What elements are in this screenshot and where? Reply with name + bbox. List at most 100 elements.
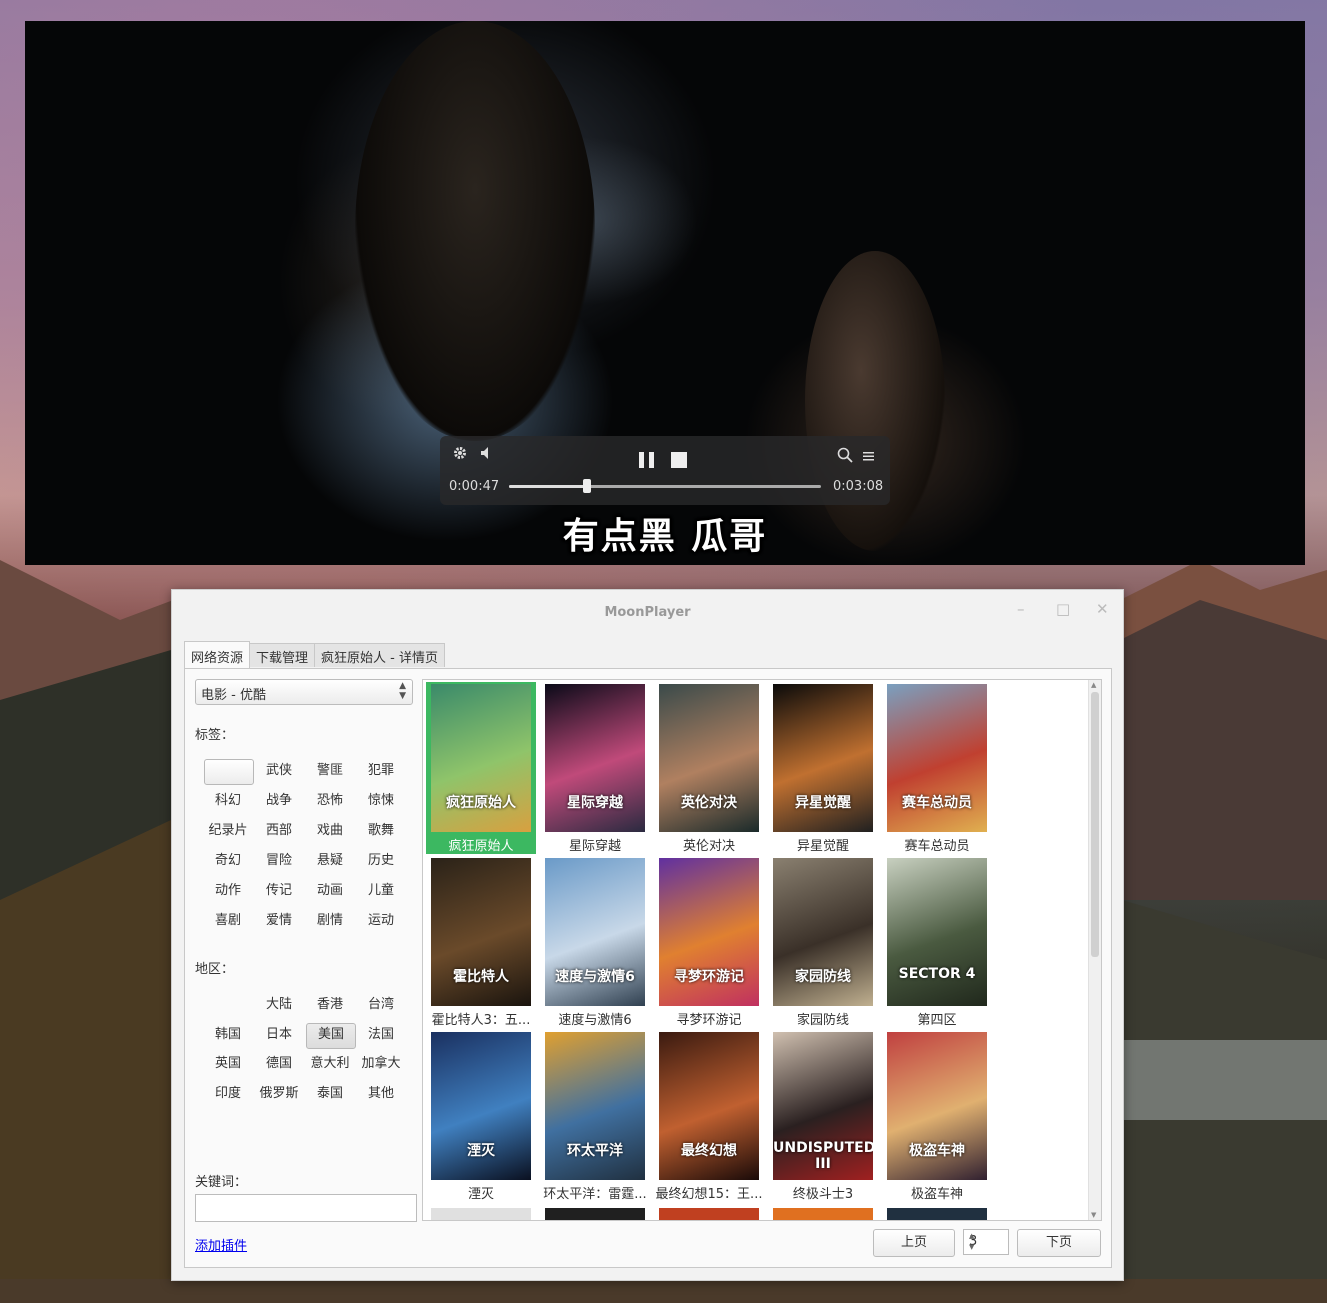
search-icon[interactable] [837,447,853,467]
movie-item[interactable]: 霍比特人 霍比特人3：五... [426,856,536,1028]
tag-button[interactable]: 冒险 [255,849,303,873]
seek-bar[interactable] [509,479,821,493]
region-button[interactable]: 其他 [357,1082,405,1106]
tag-button[interactable]: 爱情 [255,909,303,933]
tag-button[interactable]: 奇幻 [204,849,252,873]
add-plugin-link[interactable]: 添加插件 [195,1235,247,1254]
movie-item[interactable]: 寻梦环游记 寻梦环游记 [654,856,764,1028]
region-button[interactable]: 台湾 [357,993,405,1017]
region-button[interactable]: 意大利 [306,1052,354,1076]
region-button[interactable]: 印度 [204,1082,252,1106]
movie-item[interactable]: 星际穿越 星际穿越 [540,682,650,854]
seek-handle[interactable] [583,479,591,493]
scroll-up-icon[interactable]: ▲ [1091,681,1096,689]
movie-poster: SECTOR 4 [887,858,987,1006]
tag-button[interactable]: 科幻 [204,789,252,813]
movie-poster: 星际穿越 [545,684,645,832]
maximize-icon[interactable]: □ [1056,600,1070,618]
next-page-button[interactable]: 下页 [1017,1229,1101,1257]
grid-scrollbar[interactable]: ▲ ▼ [1088,680,1101,1220]
movie-item[interactable]: 环太平洋 环太平洋：雷霆... [540,1030,650,1202]
region-button[interactable]: 韩国 [204,1023,252,1047]
source-select[interactable]: 电影 - 优酷 ▲ ▼ [195,679,413,705]
video-area[interactable]: 0:00:47 0:03:08 有点黑 瓜哥 [25,21,1305,565]
tag-button[interactable]: 惊悚 [357,789,405,813]
title-bar[interactable]: MoonPlayer – □ ✕ [172,590,1123,634]
movie-item[interactable]: 极盗车神 极盗车神 [882,1030,992,1202]
tag-button[interactable]: 喜剧 [204,909,252,933]
tag-button[interactable]: 西部 [255,819,303,843]
tag-button[interactable]: 历史 [357,849,405,873]
tag-button[interactable]: 悬疑 [306,849,354,873]
region-button[interactable]: 香港 [306,993,354,1017]
scroll-down-icon[interactable]: ▼ [1091,1211,1096,1219]
close-icon[interactable]: ✕ [1096,600,1109,618]
tag-button[interactable]: 动画 [306,879,354,903]
tag-button[interactable]: 战争 [255,789,303,813]
movie-title: 终极斗士3 [792,1187,854,1202]
tag-button[interactable]: 武侠 [255,759,303,783]
tab-download-manager[interactable]: 下载管理 [249,643,316,667]
poster-title: 星际穿越 [567,795,623,811]
keyword-input[interactable] [195,1194,417,1222]
playlist-icon[interactable] [863,450,875,465]
tag-button[interactable]: 动作 [204,879,252,903]
movie-poster-partial[interactable] [773,1208,873,1220]
region-button[interactable]: 俄罗斯 [255,1082,303,1106]
stop-icon[interactable] [670,451,688,473]
region-button[interactable]: 法国 [357,1023,405,1047]
tag-button[interactable]: 犯罪 [357,759,405,783]
movie-item[interactable]: 家园防线 家园防线 [768,856,878,1028]
region-button[interactable]: 泰国 [306,1082,354,1106]
tag-button[interactable]: 儿童 [357,879,405,903]
movie-poster-partial[interactable] [887,1208,987,1220]
region-button[interactable]: 加拿大 [357,1052,405,1076]
volume-icon[interactable] [480,446,492,464]
tag-button[interactable]: 传记 [255,879,303,903]
movie-grid: ▲ ▼ 疯狂原始人 疯狂原始人 星际穿越 星际穿越 英伦对决 英伦对决 异星觉醒 异星觉醒 赛车… [422,679,1102,1221]
spin-up-icon[interactable]: ▲ [969,1232,1005,1240]
network-resources-panel: 电影 - 优酷 ▲ ▼ 标签： 武侠 警匪 犯罪科幻 战争 恐怖 惊悚纪录片 西部 戏曲 歌舞奇幻… [184,668,1112,1268]
region-button[interactable]: 日本 [255,1023,303,1047]
tag-button[interactable]: 纪录片 [204,819,252,843]
movie-item[interactable]: 赛车总动员 赛车总动员 [882,682,992,854]
movie-poster: 速度与激情6 [545,858,645,1006]
region-button[interactable]: 大陆 [255,993,303,1017]
movie-item[interactable]: 最终幻想 最终幻想15：王... [654,1030,764,1202]
tag-button[interactable]: 恐怖 [306,789,354,813]
movie-poster-partial[interactable] [659,1208,759,1220]
spin-down-icon[interactable]: ▼ [969,1243,1005,1251]
minimize-icon[interactable]: – [1017,600,1025,618]
movie-item[interactable]: UNDISPUTED III 终极斗士3 [768,1030,878,1202]
video-frame-figure [355,21,595,441]
tab-detail-page[interactable]: 疯狂原始人 - 详情页 [314,643,445,667]
movie-title: 家园防线 [796,1013,849,1028]
movie-poster: UNDISPUTED III [773,1032,873,1180]
region-button[interactable]: 英国 [204,1052,252,1076]
movie-poster-partial[interactable] [545,1208,645,1220]
tag-button[interactable]: 警匪 [306,759,354,783]
page-spinbox[interactable]: 3 ▲ ▼ [963,1229,1009,1255]
region-button[interactable]: 美国 [306,1022,356,1049]
tab-network-resources[interactable]: 网络资源 [184,641,251,669]
pause-icon[interactable] [638,451,656,473]
tag-button[interactable]: 歌舞 [357,819,405,843]
movie-item[interactable]: 英伦对决 英伦对决 [654,682,764,854]
tag-button[interactable] [204,759,254,785]
tags-label: 标签： [195,728,235,743]
movie-item[interactable]: 疯狂原始人 疯狂原始人 [426,682,536,854]
movie-poster-partial[interactable] [431,1208,531,1220]
gear-icon[interactable] [453,446,467,464]
tag-button[interactable]: 剧情 [306,909,354,933]
scrollbar-thumb[interactable] [1091,692,1099,957]
seek-bar-fill [509,485,587,488]
movie-item[interactable]: SECTOR 4 第四区 [882,856,992,1028]
movie-item[interactable]: 速度与激情6 速度与激情6 [540,856,650,1028]
movie-item[interactable]: 湮灭 湮灭 [426,1030,536,1202]
movie-item[interactable]: 异星觉醒 异星觉醒 [768,682,878,854]
poster-title: 英伦对决 [681,795,737,811]
region-button[interactable]: 德国 [255,1052,303,1076]
tag-button[interactable]: 运动 [357,909,405,933]
prev-page-button[interactable]: 上页 [873,1229,955,1257]
tag-button[interactable]: 戏曲 [306,819,354,843]
